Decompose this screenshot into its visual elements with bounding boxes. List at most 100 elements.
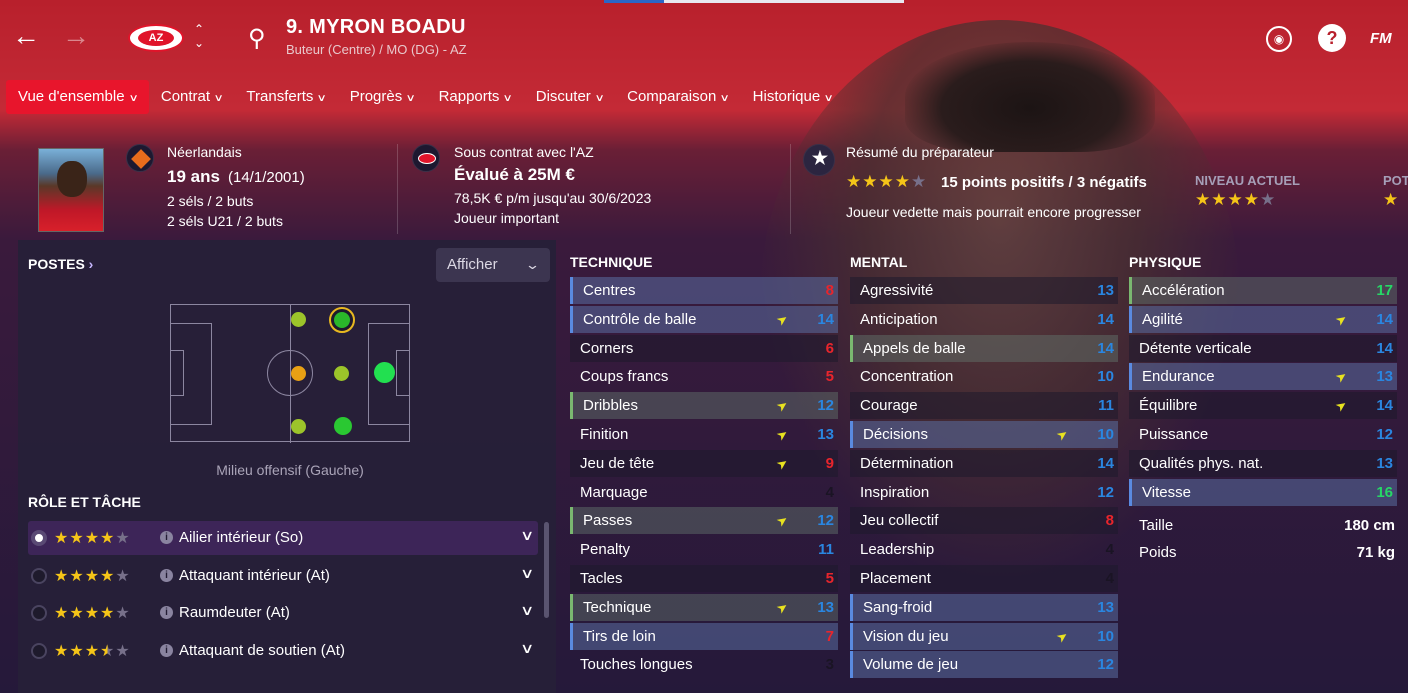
coach-stars: ★★★★★ — [846, 172, 928, 191]
chevron-down-icon[interactable]: ∨ — [520, 602, 534, 619]
attribute-value: 13 — [1376, 454, 1393, 472]
bio-value: 71 kg — [1356, 544, 1395, 561]
attribute-value: 12 — [817, 397, 834, 415]
chevron-down-icon[interactable]: ∨ — [520, 640, 534, 657]
tab-0[interactable]: Vue d'ensemble ∨ — [6, 80, 149, 114]
position-dot-selected[interactable] — [329, 307, 355, 333]
trend-arrow-icon: ➤ — [1332, 396, 1351, 416]
attribute-name: Appels de balle — [863, 339, 966, 357]
attribute-name: Détente verticale — [1139, 339, 1252, 357]
attribute-row: Endurance ➤ 13 — [1129, 363, 1397, 391]
trend-arrow-icon: ➤ — [1053, 626, 1072, 646]
coach-title: Résumé du préparateur — [846, 144, 994, 160]
info-icon[interactable]: i — [160, 531, 173, 544]
tab-5[interactable]: Discuter ∨ — [524, 80, 615, 114]
attribute-row: Détermination 14 — [850, 449, 1118, 477]
chevron-down-icon: ∨ — [594, 93, 605, 104]
chevron-down-icon[interactable]: ∨ — [520, 565, 534, 582]
attribute-name: Passes — [583, 512, 633, 530]
coach-summary: 15 points positifs / 3 négatifs — [941, 174, 1147, 191]
attribute-name: Agressivité — [860, 282, 934, 299]
club-badge[interactable]: AZ — [128, 24, 184, 52]
updown-chevron-icon[interactable]: ⌃ ⌄ — [194, 22, 204, 50]
divider — [397, 144, 398, 234]
attribute-name: Jeu de tête — [580, 454, 655, 472]
role-item[interactable]: ★★★★★ i Raumdeuter (At) ∨ — [28, 596, 538, 630]
attribute-value: 5 — [825, 368, 834, 386]
attribute-row: Marquage 4 — [570, 479, 838, 506]
tab-7[interactable]: Historique ∨ — [741, 80, 845, 114]
info-icon[interactable]: i — [160, 606, 173, 619]
attribute-row: Appels de balle 14 — [850, 334, 1118, 362]
info-icon[interactable]: i — [160, 643, 173, 657]
globe-icon[interactable]: ◉ — [1266, 26, 1292, 52]
role-item[interactable]: ★★★★★ i Attaquant intérieur (At) ∨ — [28, 559, 538, 593]
attribute-name: Centres — [583, 282, 636, 299]
fm-logo[interactable]: FM — [1370, 30, 1392, 47]
role-radio[interactable] — [31, 605, 47, 621]
role-item[interactable]: ★★★★★ i Attaquant de soutien (At) ∨ — [28, 634, 538, 668]
afficher-dropdown[interactable]: Afficher ⌄ — [436, 248, 550, 282]
attribute-name: Touches longues — [580, 656, 693, 674]
info-icon[interactable]: i — [160, 568, 173, 582]
bio-label: Taille — [1139, 517, 1174, 534]
potential-stars: ★ — [1383, 190, 1400, 209]
trend-arrow-icon: ➤ — [1053, 425, 1072, 444]
technique-column: TECHNIQUE Centres 8 Contrôle de balle ➤ 14 Cor… — [570, 240, 846, 693]
search-icon[interactable]: ⚲ — [248, 24, 266, 53]
help-icon[interactable]: ? — [1318, 24, 1346, 52]
nationality-flag-icon — [126, 144, 154, 172]
player-photo — [38, 148, 104, 232]
role-radio[interactable] — [31, 642, 47, 659]
attribute-value: 12 — [1097, 483, 1114, 501]
back-arrow-icon[interactable]: ← — [12, 22, 40, 50]
tab-2[interactable]: Transferts ∨ — [234, 80, 337, 114]
attribute-name: Qualités phys. nat. — [1139, 454, 1264, 472]
player-subtitle: Buteur (Centre) / MO (DG) - AZ — [286, 42, 467, 57]
player-title: 9. MYRON BOADU — [286, 16, 466, 38]
role-radio[interactable] — [31, 530, 47, 546]
club-icon — [412, 144, 440, 172]
role-radio[interactable] — [31, 567, 47, 584]
positions-title[interactable]: POSTES › — [28, 256, 93, 272]
role-name: Attaquant intérieur (At) — [179, 566, 330, 584]
attribute-row: Jeu collectif 8 — [850, 507, 1118, 535]
tab-1[interactable]: Contrat ∨ — [149, 80, 235, 114]
tab-4[interactable]: Rapports ∨ — [427, 80, 524, 114]
caps-u21: 2 séls U21 / 2 buts — [167, 213, 283, 229]
attribute-name: Penalty — [580, 541, 631, 559]
role-item[interactable]: ★★★★★ i Ailier intérieur (So) ∨ — [28, 521, 538, 555]
tab-3[interactable]: Progrès ∨ — [338, 80, 427, 114]
chevron-down-icon[interactable]: ∨ — [520, 527, 534, 544]
attribute-name: Dribbles — [583, 397, 639, 415]
position-dot — [291, 312, 306, 327]
attribute-name: Accélération — [1142, 282, 1225, 299]
attribute-row: Corners 6 — [570, 334, 838, 362]
bio-label: Poids — [1139, 544, 1177, 561]
attribute-row: Centres 8 — [570, 277, 838, 304]
attribute-row: Jeu de tête ➤ 9 — [570, 449, 838, 477]
attribute-row: Leadership 4 — [850, 536, 1118, 563]
tab-6[interactable]: Comparaison ∨ — [615, 80, 741, 114]
attribute-value: 14 — [1097, 339, 1114, 357]
attribute-row: Vitesse 16 — [1129, 478, 1397, 506]
current-level-stars: ★★★★★ — [1195, 190, 1277, 209]
attribute-value: 12 — [1097, 656, 1114, 674]
attribute-value: 13 — [1097, 282, 1114, 299]
attribute-row: Détente verticale 14 — [1129, 334, 1397, 362]
attribute-value: 13 — [817, 426, 834, 443]
attribute-value: 17 — [1376, 282, 1393, 299]
trend-arrow-icon: ➤ — [773, 511, 792, 531]
attribute-row: Passes ➤ 12 — [570, 507, 838, 535]
coach-description: Joueur vedette mais pourrait encore prog… — [846, 204, 1141, 220]
attribute-value: 13 — [1097, 598, 1114, 616]
role-name: Raumdeuter (At) — [179, 604, 290, 621]
attribute-row: Technique ➤ 13 — [570, 593, 838, 621]
role-stars: ★★★★★ — [54, 605, 131, 622]
attribute-value: 10 — [1097, 627, 1114, 645]
tab-bar: Vue d'ensemble ∨ Contrat ∨ Transferts ∨ Progrè… — [6, 80, 845, 116]
attribute-row: Concentration 10 — [850, 363, 1118, 390]
divider — [790, 144, 791, 234]
forward-arrow-icon[interactable]: → — [62, 22, 90, 50]
roles-scrollbar[interactable] — [544, 522, 549, 618]
